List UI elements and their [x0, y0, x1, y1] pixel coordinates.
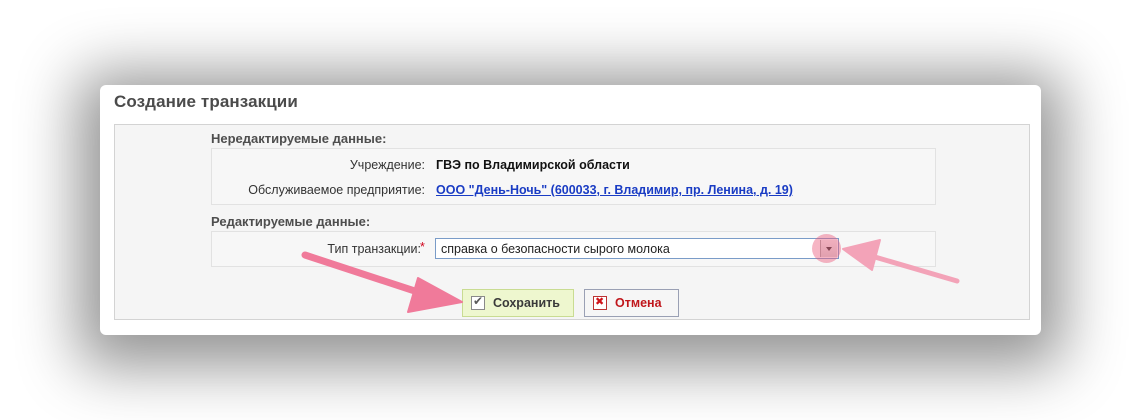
- enterprise-label: Обслуживаемое предприятие:: [248, 183, 425, 197]
- readonly-section-title: Нередактируемые данные:: [211, 131, 387, 146]
- transaction-type-selected-value: справка о безопасности сырого молока: [441, 242, 670, 256]
- readonly-fields-box: Учреждение: ГВЭ по Владимирской области …: [211, 148, 936, 205]
- transaction-type-label-text: Тип транзакции:: [327, 242, 421, 256]
- screenshot-stage: Создание транзакции Нередактируемые данн…: [0, 0, 1141, 420]
- save-button[interactable]: Сохранить: [462, 289, 574, 317]
- save-button-label: Сохранить: [493, 296, 560, 310]
- transaction-type-label: Тип транзакции:: [327, 242, 421, 256]
- cancel-button[interactable]: Отмена: [584, 289, 679, 317]
- editable-section-title: Редактируемые данные:: [211, 214, 371, 229]
- enterprise-link[interactable]: ООО "День-Ночь" (600033, г. Владимир, пр…: [436, 183, 793, 197]
- check-icon: [471, 294, 485, 310]
- cancel-button-label: Отмена: [615, 296, 662, 310]
- institution-value: ГВЭ по Владимирской области: [436, 158, 630, 172]
- chevron-down-icon[interactable]: [820, 240, 837, 257]
- x-icon: [593, 295, 607, 310]
- required-asterisk: *: [420, 240, 425, 254]
- transaction-type-select[interactable]: справка о безопасности сырого молока: [435, 238, 839, 259]
- dialog-title: Создание транзакции: [114, 92, 298, 111]
- editable-fields-box: Тип транзакции: * справка о безопасности…: [211, 231, 936, 267]
- institution-label: Учреждение:: [349, 158, 425, 172]
